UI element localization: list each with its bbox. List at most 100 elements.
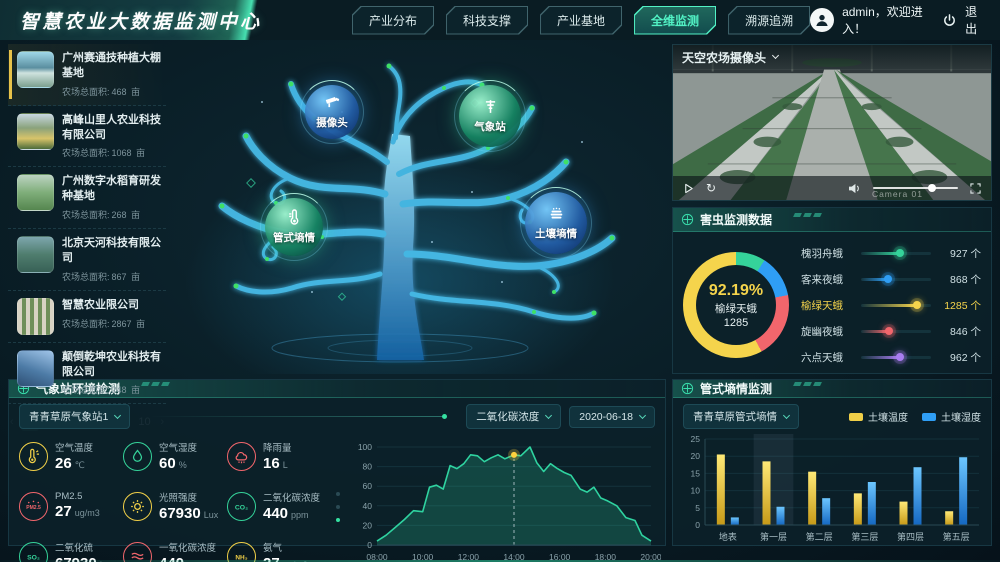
main-nav: 产业分布科技支撑产业基地全维监测溯源追溯: [352, 6, 810, 35]
tree-node-weather-station[interactable]: 气象站: [459, 85, 521, 147]
metric-label: 降雨量: [263, 440, 292, 454]
metric-value: 440: [159, 555, 184, 562]
svg-text:25: 25: [691, 434, 701, 444]
farm-list-item[interactable]: 颠倒乾坤农业科技有限公司农场总面积:248 亩: [8, 343, 166, 405]
svg-text:0: 0: [367, 540, 372, 550]
pest-count: 846 个: [939, 324, 981, 339]
farm-area: 农场总面积:248 亩: [62, 383, 164, 396]
slider-handle[interactable]: [913, 301, 921, 309]
farm-thumbnail: [17, 51, 54, 88]
pest-count: 1285 个: [939, 298, 981, 313]
nav-button-5[interactable]: 溯源追溯: [728, 6, 810, 35]
date-select[interactable]: 2020-06-18: [569, 406, 655, 428]
pest-name: 六点天蛾: [801, 350, 853, 365]
carousel-dot[interactable]: [336, 492, 340, 496]
farm-name: 北京天河科技有限公司: [62, 236, 164, 266]
tree-node-camera[interactable]: 摄像头: [305, 85, 359, 139]
metric-label: PM2.5: [55, 491, 100, 502]
carousel-dot[interactable]: [336, 505, 340, 509]
pest-slider[interactable]: [861, 304, 931, 307]
svg-text:第一层: 第一层: [760, 531, 787, 542]
svg-text:60: 60: [363, 481, 373, 491]
metric-value: 67930: [159, 505, 201, 522]
nav-button-label: 产业分布: [353, 7, 433, 34]
metric-pm25: PM2.5PM2.527ug/m3: [19, 490, 123, 523]
pest-slider[interactable]: [861, 330, 931, 333]
soil-station-select[interactable]: 青青草原管式墒情: [683, 404, 799, 429]
pest-row: 六点天蛾 962 个: [801, 345, 981, 369]
svg-text:14:00: 14:00: [503, 552, 525, 562]
metric-grid: 空气温度26℃空气湿度60%降雨量16LPM2.5PM2.527ug/m3光照强…: [19, 435, 331, 562]
tree-node-tube-thermometer[interactable]: 管式墒情: [265, 198, 323, 256]
slider-handle[interactable]: [896, 249, 904, 257]
pest-slider[interactable]: [861, 356, 931, 359]
play-button[interactable]: [683, 183, 694, 194]
slider-handle[interactable]: [884, 275, 892, 283]
carousel-dot-active[interactable]: [336, 518, 340, 522]
tree-node-soil-layers[interactable]: 土壤墒情: [525, 192, 587, 254]
chevron-down-icon[interactable]: [772, 52, 779, 59]
metric-label: 空气温度: [55, 440, 93, 454]
pest-panel: 害虫监测数据 92.19% 榆绿天蛾 1285 槐羽舟蛾927 个客来夜蛾868…: [672, 207, 992, 374]
video-header: 天空农场摄像头: [673, 45, 991, 69]
metric-droplet: 空气湿度60%: [123, 440, 227, 473]
svg-text:20:00: 20:00: [640, 552, 661, 562]
legend-soil-moisture[interactable]: 土壤湿度: [922, 409, 981, 424]
video-title[interactable]: 天空农场摄像头: [682, 49, 766, 66]
page-title: 智慧农业大数据监测中心: [20, 7, 262, 34]
metric-value: 67930: [55, 555, 97, 562]
slider-handle[interactable]: [885, 327, 893, 335]
nav-button-3[interactable]: 产业基地: [540, 6, 622, 35]
svg-text:10: 10: [691, 486, 701, 496]
svg-text:SO₂: SO₂: [27, 554, 40, 561]
svg-text:NH₃: NH₃: [235, 554, 247, 561]
farm-list-item[interactable]: 智慧农业限公司农场总面积:2867 亩: [8, 291, 166, 343]
farm-list-item[interactable]: 高峰山里人农业科技有限公司农场总面积:1068 亩: [8, 106, 166, 168]
tree-node-label: 管式墒情: [273, 230, 315, 245]
header-decoration: [794, 382, 821, 386]
avatar[interactable]: [810, 8, 834, 32]
co-icon: [123, 542, 152, 562]
farm-list-item[interactable]: 北京天河科技有限公司农场总面积:867 亩: [8, 229, 166, 291]
target-icon: [681, 382, 694, 395]
co2-area-chart: 02040608010008:0010:0012:0014:0016:0018:…: [345, 435, 661, 562]
metric-unit: ppm: [291, 510, 309, 520]
pest-row: 榆绿天蛾1285 个: [801, 293, 981, 317]
camera-watermark: Camera 01: [872, 189, 923, 199]
nav-button-2[interactable]: 科技支撑: [446, 6, 528, 35]
nav-button-4[interactable]: 全维监测: [634, 6, 716, 35]
pest-count: 962 个: [939, 350, 981, 365]
station-select[interactable]: 青青草原气象站1: [19, 404, 130, 429]
pest-slider[interactable]: [861, 252, 931, 255]
nav-button-1[interactable]: 产业分布: [352, 6, 434, 35]
slider-handle[interactable]: [896, 353, 904, 361]
metric-unit: %: [179, 460, 187, 470]
farm-list-item[interactable]: 广州赛通技种植大棚基地农场总面积:468 亩: [8, 44, 166, 106]
reload-icon[interactable]: ↻: [706, 182, 716, 194]
metric-label: 二氧化硫: [55, 540, 114, 554]
soil-layers-icon: [548, 205, 565, 222]
chevron-down-icon: [545, 411, 552, 418]
metric-label: 一氧化碳浓度: [159, 540, 216, 554]
fullscreen-icon[interactable]: [970, 183, 981, 194]
farm-list: 广州赛通技种植大棚基地农场总面积:468 亩高峰山里人农业科技有限公司农场总面积…: [8, 44, 166, 404]
logout-button[interactable]: 退出: [965, 3, 984, 37]
pest-slider[interactable]: [861, 278, 931, 281]
farm-area: 农场总面积:867 亩: [62, 270, 164, 283]
pest-name: 槐羽舟蛾: [801, 246, 853, 261]
farm-list-item[interactable]: 广州数字水稻育研发种基地农场总面积:268 亩: [8, 167, 166, 229]
farm-thumbnail: [17, 350, 54, 387]
soil-panel-title: 管式墒情监测: [700, 380, 772, 397]
metric-co2: CO₂二氧化碳浓度440ppm: [227, 490, 331, 523]
volume-icon[interactable]: [848, 183, 861, 194]
metric-so2: SO₂二氧化硫67930Lux: [19, 540, 123, 562]
metric-select[interactable]: 二氧化碳浓度: [466, 404, 561, 429]
chevron-down-icon: [783, 411, 790, 418]
soil-panel-header: 管式墒情监测: [673, 380, 991, 398]
user-greeting: admin，欢迎进入！: [842, 3, 924, 37]
legend-soil-temperature[interactable]: 土壤温度: [849, 409, 908, 424]
power-icon[interactable]: [942, 13, 957, 28]
header-decoration: [142, 382, 169, 386]
header-decoration: [794, 213, 821, 217]
svg-text:100: 100: [358, 442, 372, 452]
